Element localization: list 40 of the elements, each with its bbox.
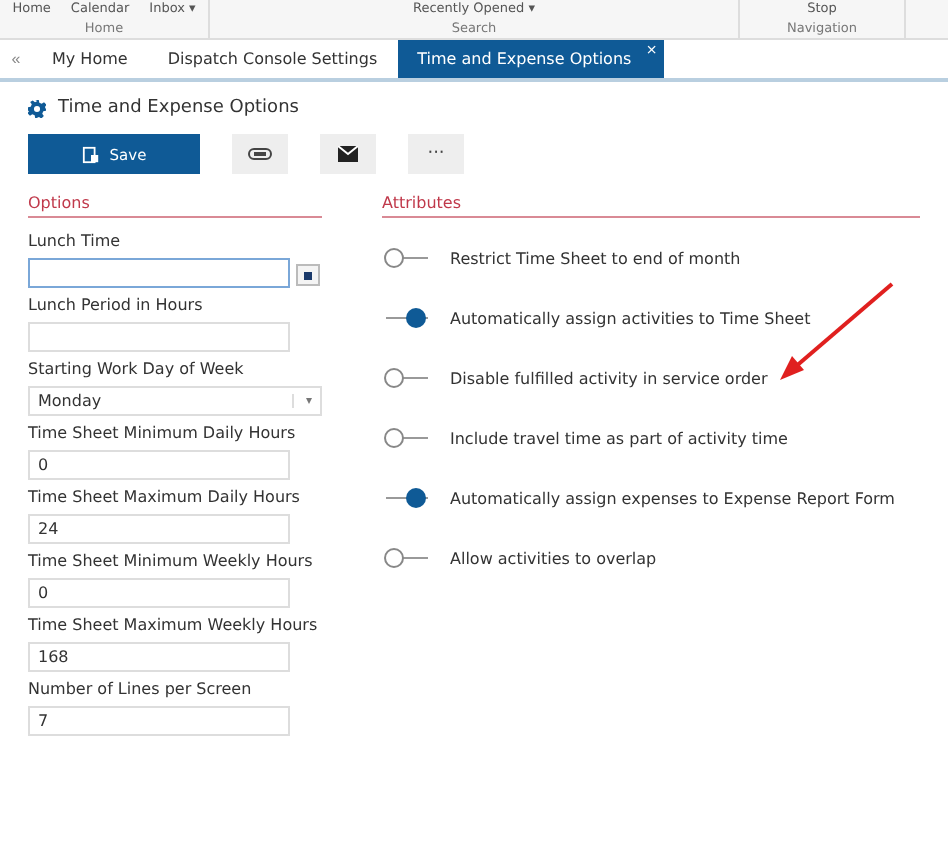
input-field[interactable]: 24 [28,514,290,544]
input-field[interactable]: 168 [28,642,290,672]
toggle-switch[interactable] [382,306,430,330]
gear-icon [28,99,46,117]
tab[interactable]: Dispatch Console Settings [147,40,398,78]
toggle-switch[interactable] [382,546,430,570]
save-icon [81,145,100,163]
page-title: Time and Expense Options [58,98,299,118]
collapse-button[interactable]: « [0,40,32,78]
field-label: Time Sheet Minimum Weekly Hours [28,550,315,574]
section-heading: Options [28,194,322,218]
attribute-label: Automatically assign activities to Time Sheet [450,309,811,327]
attach-button[interactable] [232,134,288,174]
email-button[interactable] [320,134,376,174]
field-label: Time Sheet Minimum Daily Hours [28,422,298,446]
tab[interactable]: My Home [32,40,148,78]
field-label: Starting Work Day of Week [28,358,246,382]
toggle-switch[interactable] [382,426,430,450]
attribute-label: Restrict Time Sheet to end of month [450,249,741,267]
input-field[interactable]: 0 [28,450,290,480]
field-label: Lunch Time [28,230,123,254]
envelope-icon [338,146,358,162]
field-label: Lunch Period in Hours [28,294,205,318]
toggle-switch[interactable] [382,366,430,390]
attribute-label: Disable fulfilled activity in service order [450,369,768,387]
input-field[interactable] [28,258,290,288]
field-label: Time Sheet Maximum Weekly Hours [28,614,320,638]
attribute-label: Include travel time as part of activity time [450,429,788,447]
attribute-label: Allow activities to overlap [450,549,657,567]
toggle-switch[interactable] [382,246,430,270]
input-field[interactable]: 7 [28,706,290,736]
link-icon [248,148,272,160]
input-field[interactable]: 0 [28,578,290,608]
field-label: Time Sheet Maximum Daily Hours [28,486,302,510]
field-label: Number of Lines per Screen [28,678,254,702]
attribute-label: Automatically assign expenses to Expense Report Form [450,489,895,507]
section-heading: Attributes [382,194,920,218]
toggle-switch[interactable] [382,486,430,510]
calendar-icon[interactable] [296,261,320,285]
more-button[interactable]: ··· [408,134,464,174]
